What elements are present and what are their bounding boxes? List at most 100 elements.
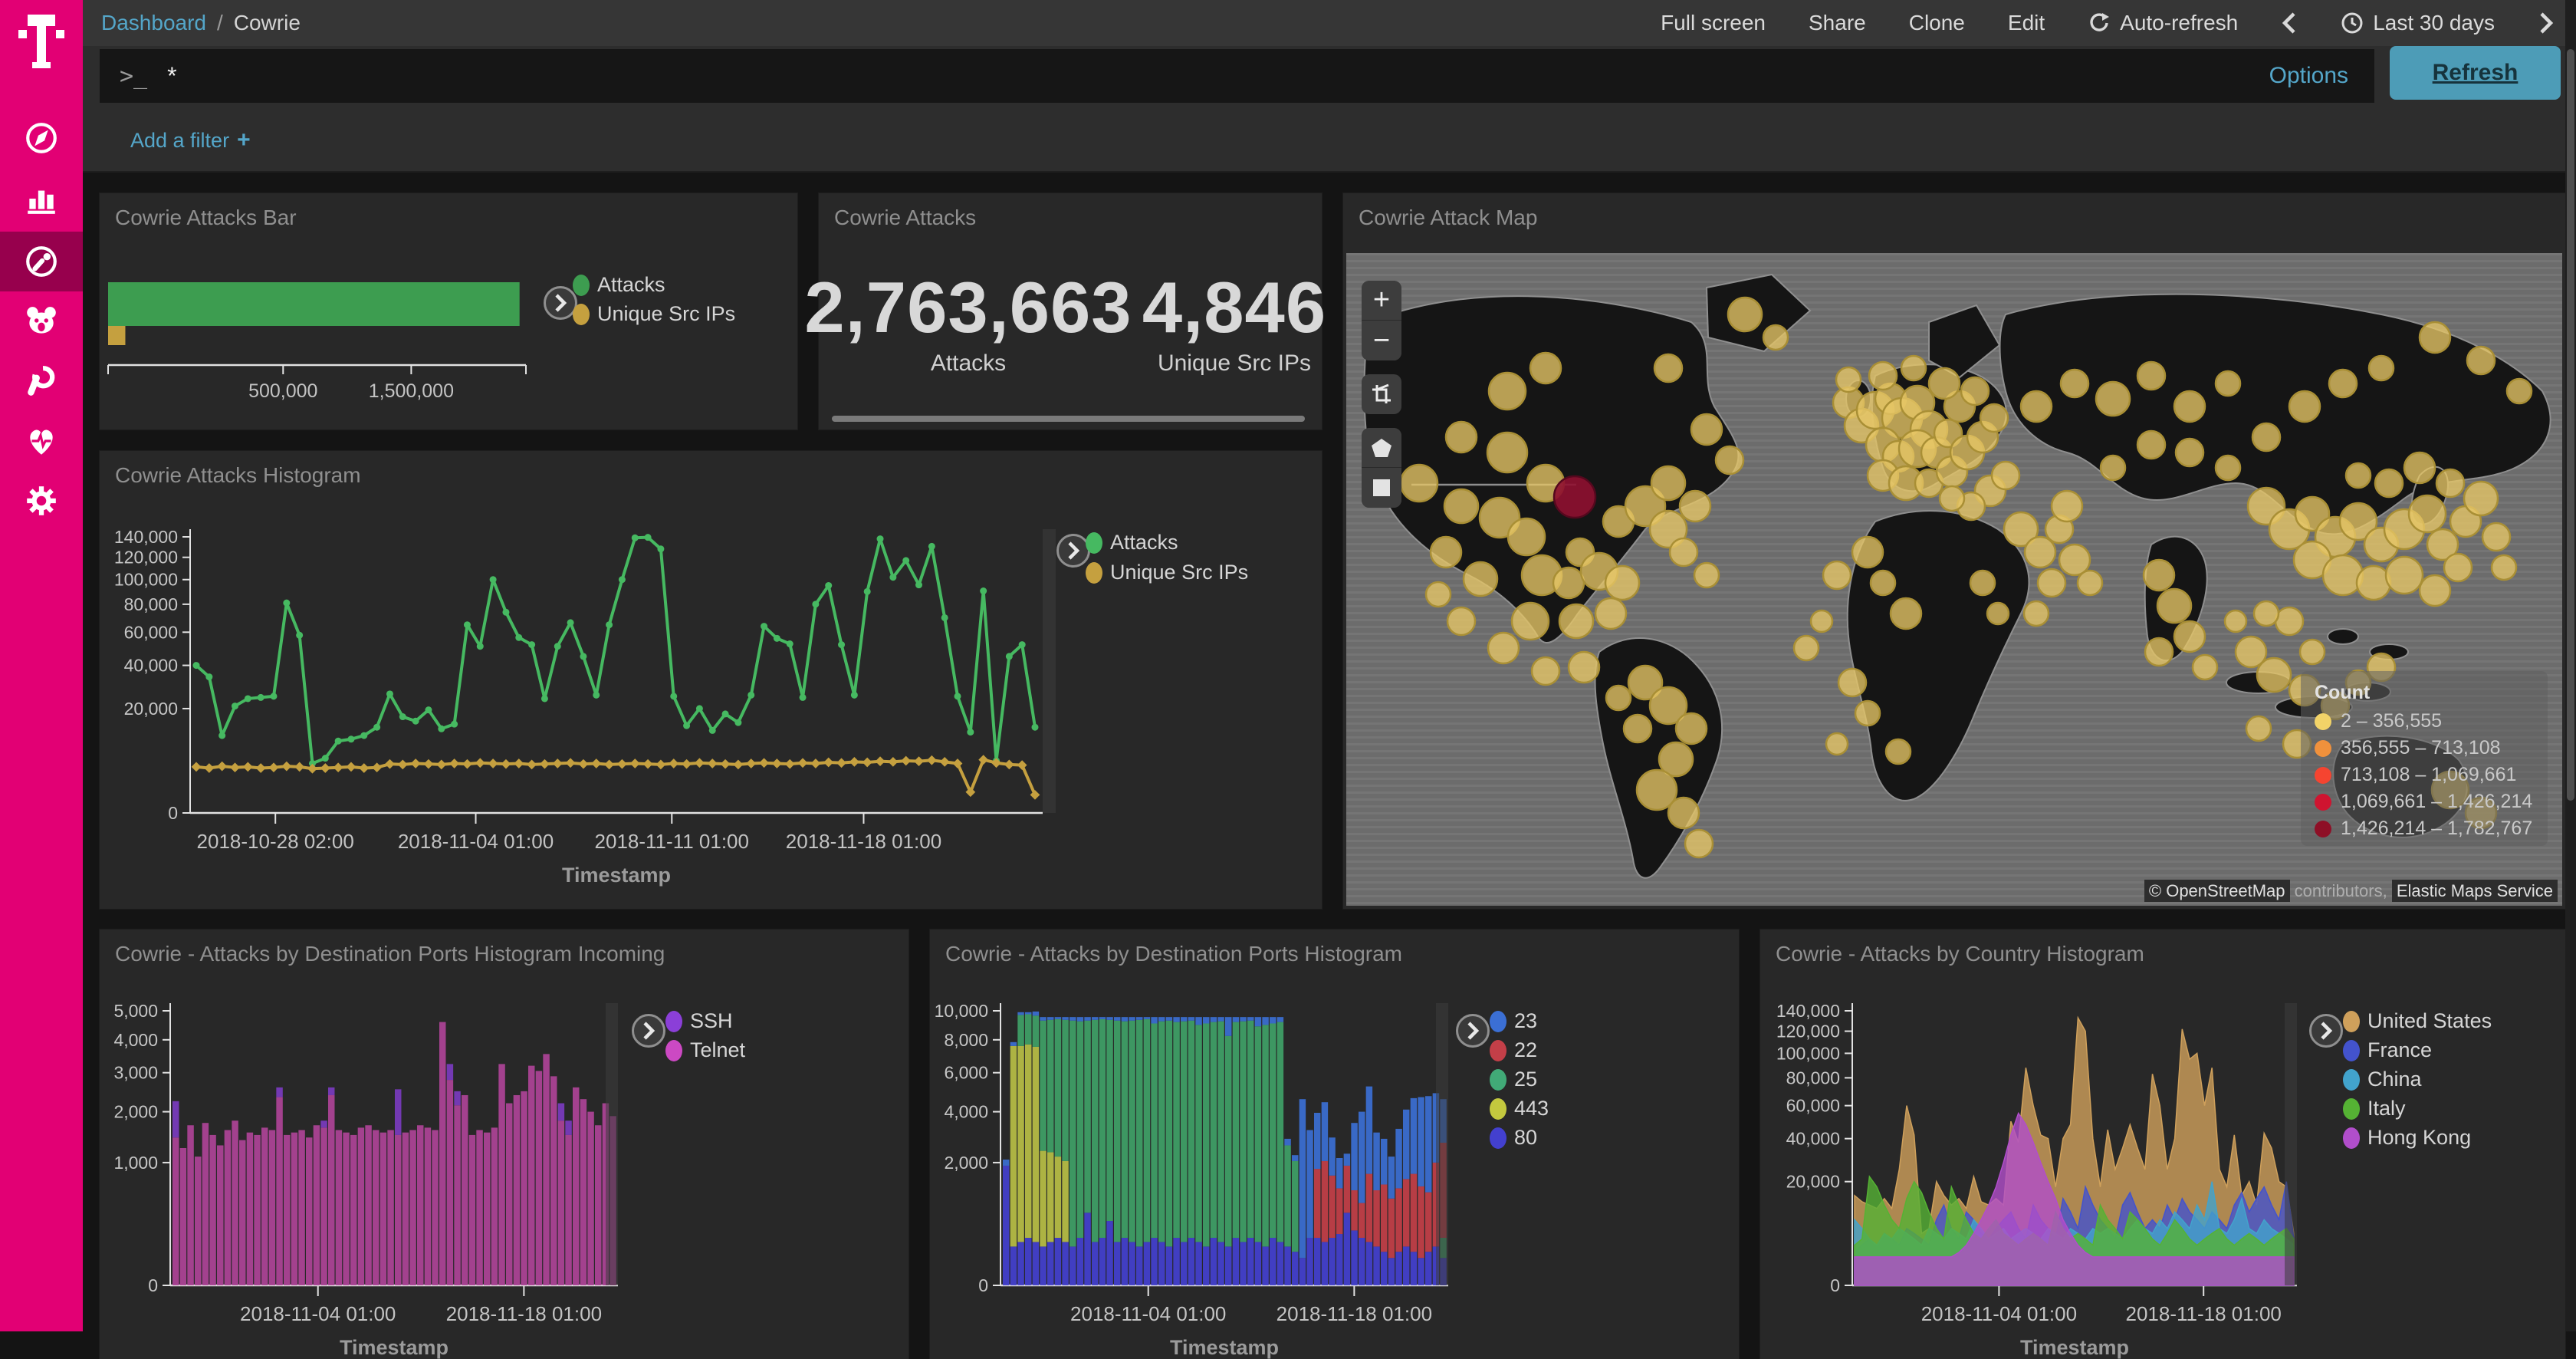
legend-expand-button[interactable] (2309, 1014, 2343, 1048)
sidebar-item-discover[interactable] (0, 108, 83, 168)
legend-item[interactable]: 22 (1490, 1038, 1537, 1062)
metric-label: Attacks (804, 350, 1132, 377)
draw-rectangle-icon[interactable] (1362, 468, 1401, 508)
sidebar-item-management[interactable] (0, 471, 83, 531)
attack-source-circle (2025, 537, 2055, 568)
attack-source-circle (1961, 377, 1989, 405)
sidebar-item-dev-tools[interactable] (0, 351, 83, 411)
attacks-histogram-chart[interactable]: 020,00040,00060,00080,000100,000120,0001… (100, 451, 1322, 909)
metric-unique-src-ips: 4,846 Unique Src IPs (1142, 266, 1326, 377)
full-screen-button[interactable]: Full screen (1661, 11, 1766, 35)
attack-source-circle (2137, 362, 2165, 390)
osm-link[interactable]: © OpenStreetMap (2144, 880, 2290, 902)
time-back-button[interactable] (2281, 11, 2298, 35)
legend-color-dot (573, 275, 590, 296)
legend-item[interactable]: Italy (2343, 1097, 2406, 1120)
legend-label: United States (2367, 1009, 2492, 1033)
svg-text:Timestamp: Timestamp (340, 1336, 449, 1359)
map-legend-color-dot (2315, 821, 2331, 837)
breadcrumb-dashboard-link[interactable]: Dashboard (101, 11, 206, 35)
map-legend-item: 1,426,214 – 1,782,767 (2315, 818, 2534, 840)
legend-item[interactable]: 443 (1490, 1097, 1549, 1120)
legend-item[interactable]: Unique Src IPs (573, 302, 735, 326)
attack-source-circle (1716, 446, 1743, 474)
legend-expand-button[interactable] (632, 1014, 665, 1048)
attack-source-circle (1680, 491, 1710, 522)
crop-icon[interactable] (1362, 374, 1401, 414)
attack-source-circle (1852, 537, 1883, 568)
zoom-out-button[interactable]: − (1362, 321, 1401, 360)
share-button[interactable]: Share (1809, 11, 1866, 35)
zoom-in-button[interactable]: + (1362, 281, 1401, 321)
ports-histogram-chart[interactable]: 02,0004,0006,0008,00010,0002018-11-04 01… (930, 930, 1739, 1359)
legend-label: Hong Kong (2367, 1126, 2471, 1150)
legend-item[interactable]: Attacks (573, 273, 665, 297)
legend-item[interactable]: SSH (665, 1009, 733, 1033)
svg-text:Timestamp: Timestamp (562, 864, 671, 887)
svg-text:0: 0 (978, 1275, 988, 1295)
query-value: * (167, 62, 176, 90)
attack-source-circle (2096, 382, 2130, 416)
map-legend-title: Count (2315, 682, 2534, 704)
clone-button[interactable]: Clone (1909, 11, 1965, 35)
page-scrollbar[interactable] (2565, 0, 2576, 1331)
attack-source-circle (1826, 733, 1848, 755)
legend-item[interactable]: France (2343, 1038, 2432, 1062)
legend-item[interactable]: Attacks (1086, 531, 1178, 554)
scrollbar-thumb[interactable] (2567, 49, 2574, 801)
legend-item[interactable]: Telnet (665, 1038, 745, 1062)
time-forward-button[interactable] (2538, 11, 2555, 35)
wrench-icon (24, 364, 59, 399)
ports-incoming-chart[interactable]: 01,0002,0003,0004,0005,0002018-11-04 01:… (100, 930, 909, 1359)
legend-item[interactable]: China (2343, 1068, 2422, 1091)
legend-item[interactable]: United States (2343, 1009, 2492, 1033)
sidebar-item-visualize[interactable] (0, 169, 83, 229)
attack-source-circle (2246, 716, 2271, 741)
legend-color-dot (1490, 1011, 1506, 1032)
edit-button[interactable]: Edit (2008, 11, 2045, 35)
horizontal-scrollbar[interactable] (832, 416, 1305, 422)
refresh-button[interactable]: Refresh (2390, 46, 2561, 100)
attack-source-circle (1595, 598, 1626, 629)
attack-source-circle (2464, 482, 2498, 515)
world-map[interactable]: + − Count 2 – 356,555356,555 – 713,10871… (1346, 253, 2562, 906)
legend-color-dot (2343, 1098, 2360, 1120)
add-filter-link[interactable]: Add a filter+ (130, 127, 251, 153)
compass-icon (24, 120, 59, 156)
attack-source-circle (1855, 701, 1880, 726)
attack-source-circle (1401, 465, 1438, 502)
legend-label: Attacks (1110, 531, 1178, 554)
attack-source-circle (1794, 636, 1819, 660)
sidebar-item-bear-app[interactable] (0, 291, 83, 351)
time-picker-button[interactable]: Last 30 days (2341, 11, 2495, 35)
ems-link[interactable]: Elastic Maps Service (2392, 880, 2558, 902)
svg-text:140,000: 140,000 (1776, 1001, 1840, 1021)
search-input[interactable]: >_ * Options (100, 49, 2374, 103)
legend-color-dot (2343, 1011, 2360, 1032)
auto-refresh-button[interactable]: Auto-refresh (2088, 11, 2238, 35)
draw-polygon-icon[interactable] (1362, 428, 1401, 468)
map-legend-range: 1,426,214 – 1,782,767 (2341, 818, 2532, 840)
query-bar: >_ * Options Refresh (83, 46, 2576, 110)
legend-item[interactable]: Unique Src IPs (1086, 561, 1248, 584)
legend-label: Unique Src IPs (1110, 561, 1248, 584)
sidebar-item-dashboard[interactable] (0, 232, 83, 291)
legend-label: France (2367, 1038, 2432, 1062)
legend-color-dot (573, 304, 590, 325)
t-mobile-logo-icon[interactable] (0, 12, 83, 77)
options-link[interactable]: Options (2269, 63, 2348, 89)
legend-item[interactable]: Hong Kong (2343, 1126, 2471, 1150)
refresh-cycle-icon (2088, 12, 2111, 35)
legend-item[interactable]: 80 (1490, 1126, 1537, 1150)
attack-source-circle (1869, 362, 1897, 390)
svg-text:3,000: 3,000 (113, 1063, 158, 1083)
attack-source-circle (2409, 495, 2446, 532)
legend-expand-button[interactable] (1456, 1014, 1490, 1048)
attack-source-circle (1676, 713, 1707, 744)
sidebar-item-monitoring[interactable] (0, 411, 83, 471)
legend-item[interactable]: 25 (1490, 1068, 1537, 1091)
legend-item[interactable]: 23 (1490, 1009, 1537, 1033)
svg-text:20,000: 20,000 (124, 699, 178, 719)
attack-source-circle (2176, 439, 2203, 466)
svg-text:120,000: 120,000 (114, 548, 178, 568)
